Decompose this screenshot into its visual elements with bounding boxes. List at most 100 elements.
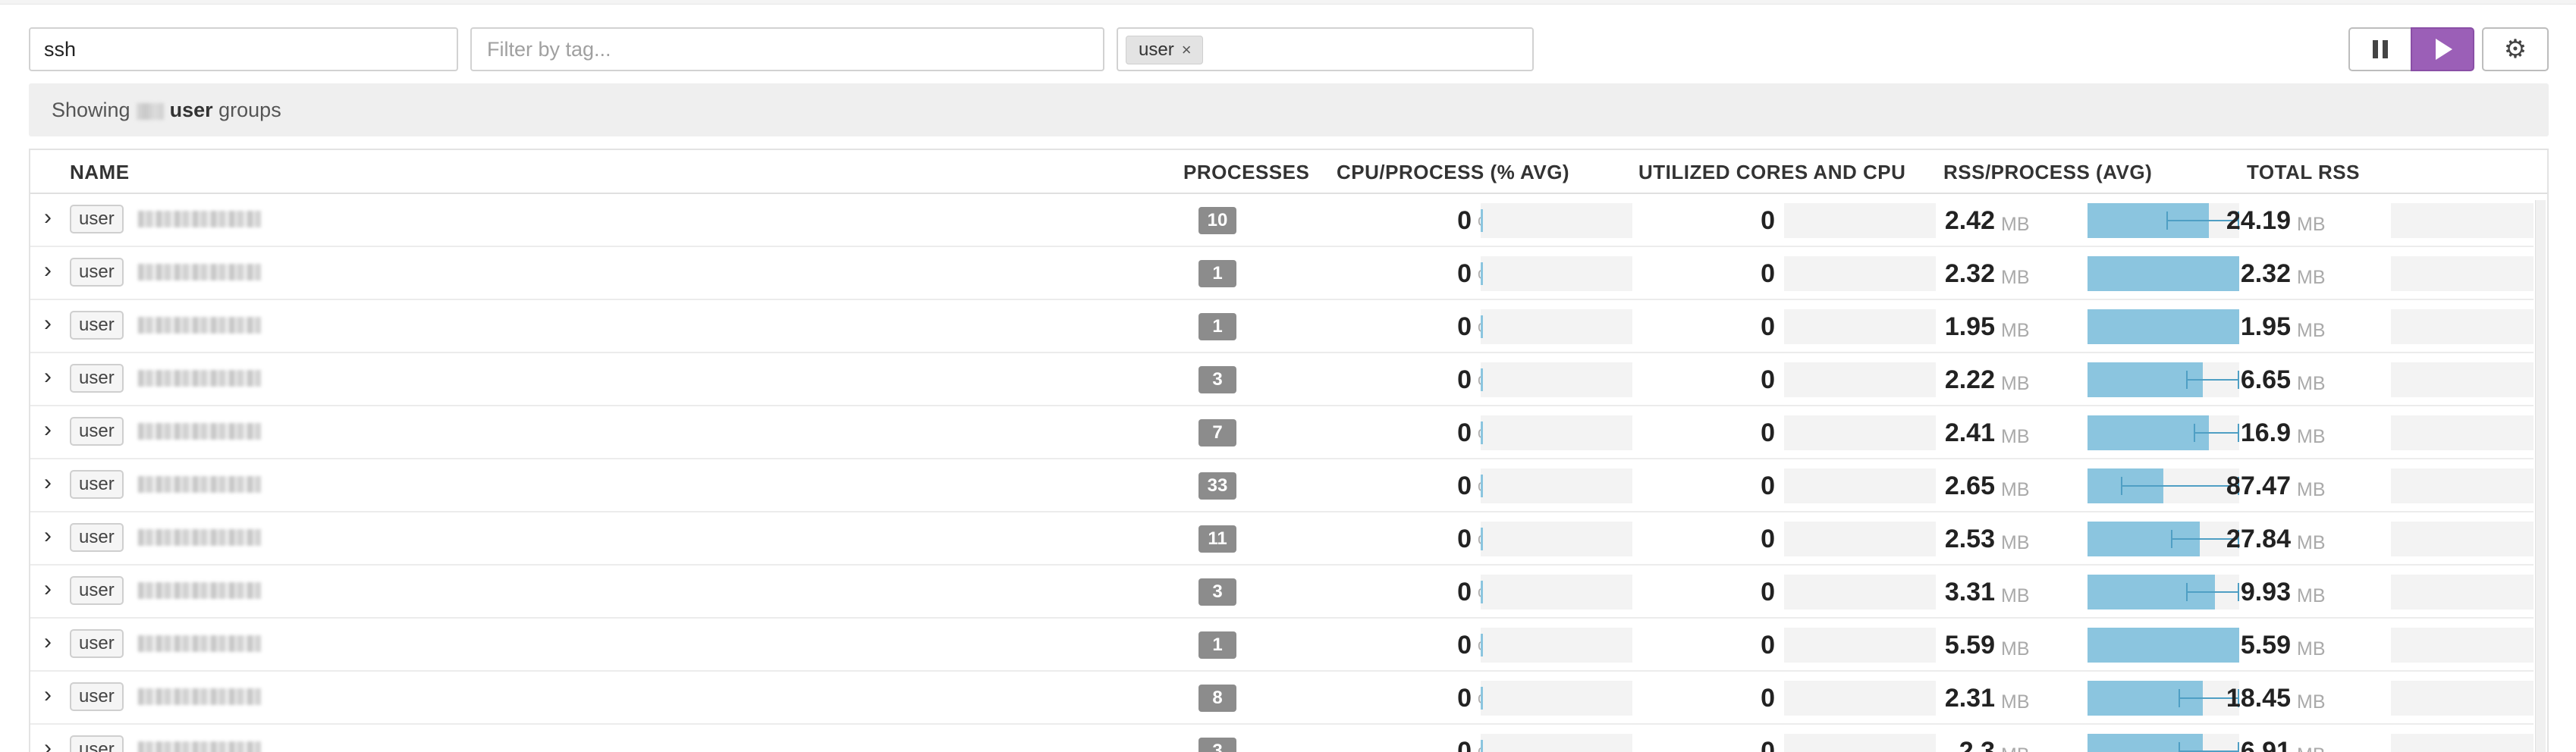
table-row[interactable]: ›user110%02.53MB27.84MB [30,512,2534,566]
total-rss-bar [2391,681,2534,716]
total-rss-unit: MB [2297,320,2326,341]
chevron-right-icon[interactable]: › [44,418,52,441]
process-count-badge: 11 [1198,525,1236,553]
cpu-bar [1481,256,1632,291]
total-rss-unit: MB [2297,214,2326,235]
table-row[interactable]: ›user10%02.32MB2.32MB [30,247,2534,300]
rss-value: 2.3 [1959,737,1995,752]
process-count-badge: 1 [1198,631,1236,659]
process-table: NAME PROCESSES CPU/PROCESS (% AVG) UTILI… [29,149,2549,752]
chevron-right-icon[interactable]: › [44,578,52,600]
cpu-bar-mark [1481,262,1483,285]
cpu-value: 0 [1457,312,1472,341]
toolbar: ssh Filter by tag... user × ⚙ [29,27,2549,71]
total-rss-unit: MB [2297,638,2326,660]
vertical-scrollbar[interactable] [2535,200,2546,752]
chevron-right-icon[interactable]: › [44,472,52,494]
redacted-user-name [138,264,261,280]
cpu-bar-mark [1481,528,1483,550]
cpu-value: 0 [1457,578,1472,606]
chevron-right-icon[interactable]: › [44,737,52,752]
rss-value: 2.53 [1944,525,1995,553]
table-row[interactable]: ›user100%02.42MB24.19MB [30,194,2534,247]
redacted-user-name [138,317,261,334]
group-key-badge: user [70,311,124,340]
rss-range-min [2179,742,2180,752]
table-row[interactable]: ›user30%03.31MB9.93MB [30,566,2534,619]
search-input[interactable]: ssh [29,27,458,71]
col-cores[interactable]: UTILIZED CORES AND CPU [1638,150,1905,194]
redacted-user-name [138,211,261,227]
group-key-badge: user [70,364,124,393]
rss-value: 3.31 [1944,578,1995,606]
col-rss[interactable]: RSS/PROCESS (AVG) [1943,150,2152,194]
chevron-right-icon[interactable]: › [44,206,52,229]
total-rss-unit: MB [2297,479,2326,500]
table-row[interactable]: ›user70%02.41MB16.9MB [30,406,2534,459]
total-rss-bar [2391,468,2534,503]
table-row[interactable]: ›user80%02.31MB18.45MB [30,672,2534,725]
total-rss-bar [2391,575,2534,609]
rss-range-min [2194,424,2195,442]
table-row[interactable]: ›user330%02.65MB87.47MB [30,459,2534,512]
cpu-bar [1481,575,1632,609]
total-rss-unit: MB [2297,532,2326,553]
rss-unit: MB [2001,426,2030,447]
summary-bar: Showing user groups [29,83,2549,136]
pause-button[interactable] [2348,27,2412,71]
process-count-badge: 1 [1198,260,1236,287]
total-rss-value: 5.59 [2240,631,2291,660]
rss-unit: MB [2001,585,2030,606]
chevron-right-icon[interactable]: › [44,365,52,388]
table-row[interactable]: ›user30%02.3MB6.91MB [30,725,2534,752]
summary-group-key: user [169,99,213,121]
chevron-right-icon[interactable]: › [44,259,52,282]
group-key-badge: user [70,417,124,446]
rss-value: 2.31 [1944,684,1995,713]
group-key-badge: user [70,470,124,499]
cpu-bar [1481,522,1632,556]
process-count-badge: 7 [1198,419,1236,446]
table-row[interactable]: ›user30%02.22MB6.65MB [30,353,2534,406]
process-count-badge: 10 [1198,207,1236,234]
total-rss-unit: MB [2297,691,2326,713]
settings-button[interactable]: ⚙ [2482,27,2549,71]
chevron-right-icon[interactable]: › [44,684,52,707]
cpu-bar-mark [1481,581,1483,603]
total-rss-unit: MB [2297,373,2326,394]
remove-chip-icon[interactable]: × [1182,36,1192,64]
group-by-field[interactable]: user × [1117,27,1534,71]
total-rss-bar [2391,309,2534,344]
rss-value: 2.32 [1944,259,1995,288]
redacted-user-name [138,476,261,493]
rss-unit: MB [2001,320,2030,341]
cpu-value: 0 [1457,259,1472,288]
chevron-right-icon[interactable]: › [44,312,52,335]
cpu-bar-mark [1481,634,1483,656]
cpu-value: 0 [1457,525,1472,553]
chevron-right-icon[interactable]: › [44,631,52,653]
rss-unit: MB [2001,740,2030,752]
total-rss-bar [2391,362,2534,397]
table-row[interactable]: ›user10%05.59MB5.59MB [30,619,2534,672]
col-total-rss[interactable]: TOTAL RSS [2247,150,2360,194]
redacted-count [136,102,164,120]
col-processes[interactable]: PROCESSES [1183,150,1309,194]
chevron-right-icon[interactable]: › [44,525,52,547]
tag-filter-input[interactable]: Filter by tag... [470,27,1104,71]
col-cpu[interactable]: CPU/PROCESS (% AVG) [1337,150,1569,194]
total-rss-value: 9.93 [2240,578,2291,606]
cpu-value: 0 [1457,418,1472,447]
total-rss-bar [2391,415,2534,450]
total-rss-value: 1.95 [2240,312,2291,341]
top-edge [0,0,2576,5]
cpu-bar [1481,362,1632,397]
redacted-user-name [138,741,261,752]
redacted-user-name [138,370,261,387]
rss-unit: MB [2001,479,2030,500]
cpu-bar [1481,415,1632,450]
table-row[interactable]: ›user10%01.95MB1.95MB [30,300,2534,353]
play-button[interactable] [2411,27,2474,71]
col-name[interactable]: NAME [70,150,130,194]
rss-value: 2.65 [1944,472,1995,500]
